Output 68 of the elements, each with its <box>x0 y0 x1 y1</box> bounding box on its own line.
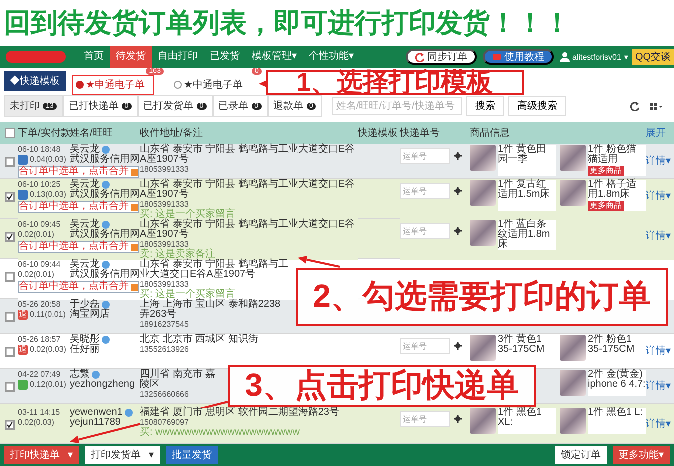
address: 福建省 厦门市 思明区 软件园二期望海路23号 <box>140 408 340 418</box>
product-text: 3件 黄色1 35-175CM <box>498 335 546 355</box>
product-text: 2件 金(黄金) iphone 6 4.7: <box>588 370 646 390</box>
order-time: 06-10 10:25 <box>18 180 61 190</box>
address: 山东省 泰安市 宁阳县 鹤鸣路与工业大道交口E谷A座1907号 <box>140 260 290 280</box>
amount: 0.13(0.03) <box>30 190 66 200</box>
order-time: 05-26 20:58 <box>18 300 61 310</box>
refund-badge: 退 <box>18 345 28 355</box>
shop-name: yezhongzheng <box>70 380 136 390</box>
shop-name: 武汉服务信用网 <box>70 270 140 280</box>
column-header: 姓名/旺旺 <box>70 127 114 140</box>
product-text: 1件 黑色1 L: <box>588 408 644 418</box>
column-header: 商品信息 <box>470 126 511 140</box>
product-text: 1件 格子适用1.8m床 <box>588 180 638 200</box>
amount: 0.02(0.01) <box>18 270 54 280</box>
column-header: 下单/实付款 <box>18 126 70 140</box>
buyer-name: 于少磊 <box>70 300 100 310</box>
buyer-name: 志繁 <box>70 370 90 380</box>
product-text: 1件 蓝白条纹适用1.8m床 <box>498 220 552 250</box>
order-time: 04-22 07:49 <box>18 370 61 380</box>
column-header: 快递单号 <box>400 126 441 140</box>
shop-name: 任好丽 <box>70 345 100 355</box>
phone-number: 18053991333 <box>140 165 189 175</box>
phone-number: 18053991333 <box>140 240 189 250</box>
phone-number: 13256660666 <box>140 390 189 400</box>
amount: 0.02(0.03) <box>30 345 66 355</box>
phone-number: 18053991333 <box>140 200 189 210</box>
remark: 买: 这是一个买家留言 <box>140 210 236 220</box>
order-time: 05-26 18:57 <box>18 335 61 345</box>
amount: 0.02(0.03) <box>18 418 54 428</box>
phone-number: 18916237545 <box>140 320 189 330</box>
product-text: 1件 黑色1 XL: <box>498 408 543 428</box>
remark: 买: wwwwwwwwwwwwwwwwwwww <box>140 428 300 438</box>
product-text: 1件 粉色猫猫适用 <box>588 145 638 165</box>
buyer-name: 吴云龙 <box>70 145 100 155</box>
buyer-name: 吴云龙 <box>70 180 100 190</box>
amount: 0.02(0.01) <box>18 230 54 240</box>
column-header: 快递模板 <box>358 126 399 140</box>
amount: 0.12(0.01) <box>30 380 66 390</box>
headline: 回到待发货订单列表，即可进行打印发货！！！ <box>4 7 571 40</box>
phone-number: 15080769097 <box>140 418 189 428</box>
order-time: 06-10 09:44 <box>18 260 61 270</box>
buyer-name: yewenwen1 <box>70 408 123 418</box>
product-text: 1件 复古红适用1.5m床 <box>498 180 552 200</box>
remark: 卖: 这是卖家备注 <box>140 250 216 260</box>
product-text: 2件 粉色1 35-175CM <box>588 335 636 355</box>
order-time: 06-10 18:48 <box>18 145 61 155</box>
refund-badge: 退 <box>18 310 28 320</box>
shop-name: 武汉服务信用网 <box>70 155 140 165</box>
amount: 0.04(0.03) <box>30 155 66 165</box>
shop-name: 淘宝网店 <box>70 310 110 320</box>
buyer-name: 吴云龙 <box>70 260 100 270</box>
phone-number: 13552613926 <box>140 345 189 355</box>
shop-name: 武汉服务信用网 <box>70 230 140 240</box>
shop-name: 武汉服务信用网 <box>70 190 140 200</box>
order-time: 03-11 14:15 <box>18 408 60 418</box>
product-text: 1件 黄色田园一季 <box>498 145 548 165</box>
buyer-name: 吴晓彤 <box>70 335 100 345</box>
amount: 0.11(0.01) <box>30 310 66 320</box>
remark: 买: 这是一个买家留言 <box>140 290 236 300</box>
buyer-name: 吴云龙 <box>70 220 100 230</box>
shop-name: yejun11789 <box>70 418 121 428</box>
instruction-tooltip: 3、点击打印快递单 <box>228 365 536 407</box>
address: 北京 北京市 西城区 知识街 <box>140 335 258 345</box>
column-header: 收件地址/备注 <box>140 126 204 140</box>
phone-number: 18053991333 <box>140 280 189 290</box>
instruction-tooltip: 2、勾选需要打印的订单 <box>296 268 668 326</box>
order-time: 06-10 09:45 <box>18 220 61 230</box>
